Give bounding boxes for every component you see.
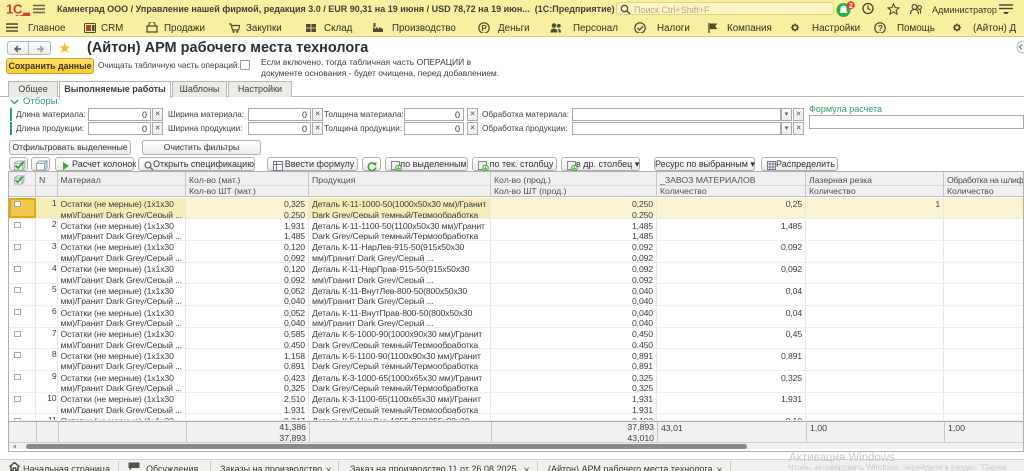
svg-text:Р: Р [481,24,487,33]
svg-text:2: 2 [849,1,853,10]
svg-text:С: С [13,2,23,16]
svg-text:?: ? [878,23,883,33]
